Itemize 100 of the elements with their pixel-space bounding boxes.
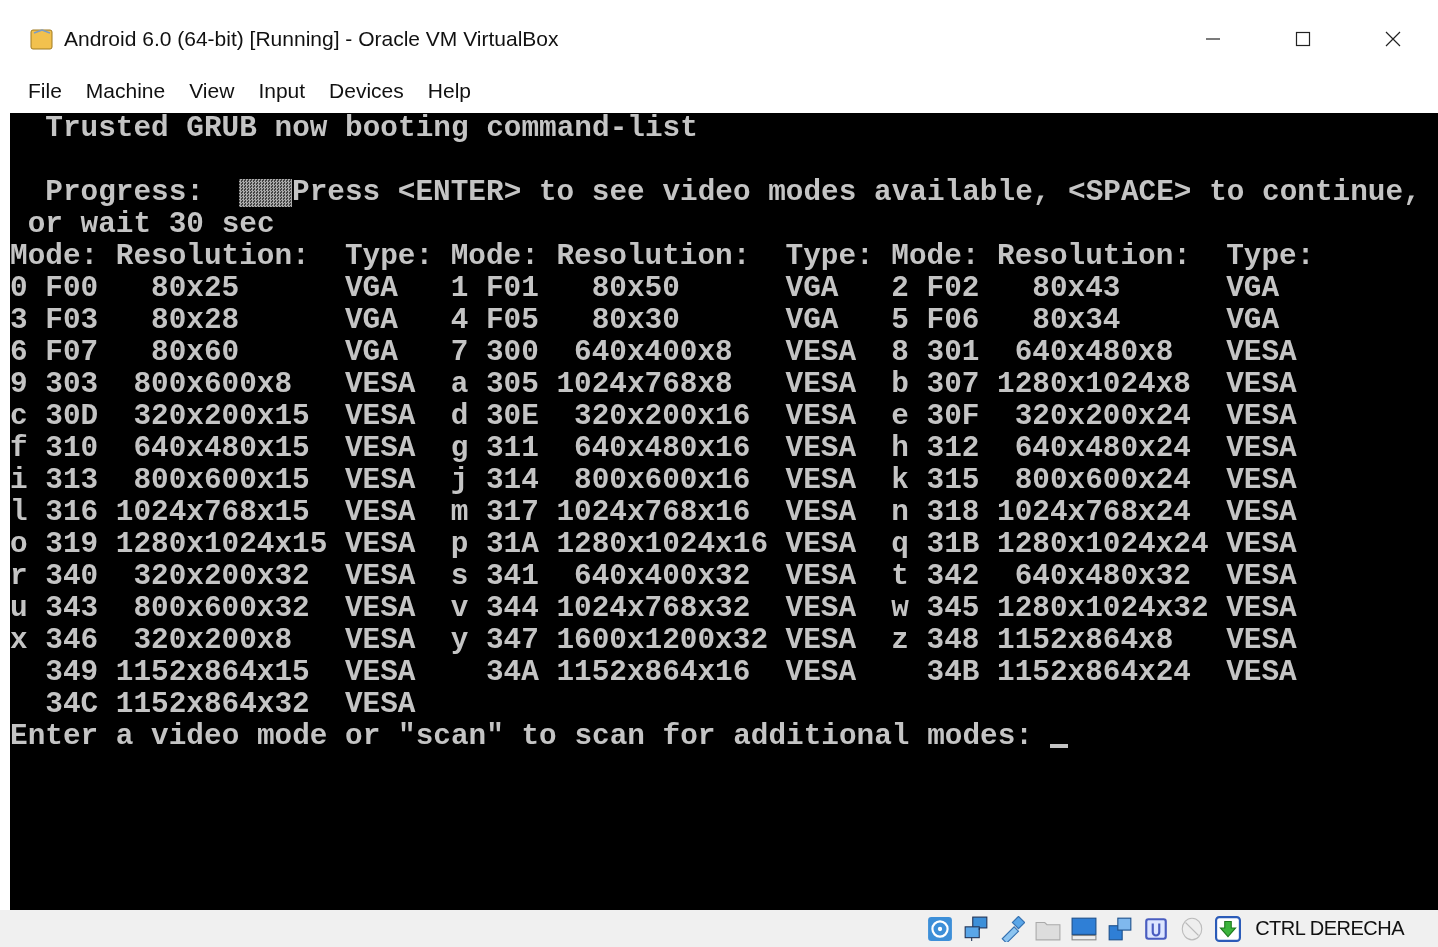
mode-type: VESA	[1226, 497, 1297, 529]
resolution: 1024x768x32	[556, 593, 751, 625]
resolution: 1280x1024x8	[997, 369, 1191, 401]
console-prompt: Enter a video mode or "scan" to scan for additional modes:	[10, 721, 1033, 753]
mode-type: VESA	[785, 593, 856, 625]
mode-code: 1 F01	[450, 273, 539, 305]
mode-code: 34A	[485, 657, 539, 689]
resolution: 1024x768x8	[556, 369, 733, 401]
mode-code: y 347	[450, 625, 539, 657]
resolution: 1024x768x24	[997, 497, 1191, 529]
mode-type: VGA	[1226, 305, 1279, 337]
column-header: Mode:	[10, 241, 99, 273]
mode-code: 349	[45, 657, 99, 689]
mode-type: VESA	[344, 497, 416, 529]
network-icon[interactable]	[963, 915, 990, 942]
mode-type: VESA	[344, 433, 416, 465]
window-title: Android 6.0 (64-bit) [Running] - Oracle VM VirtualBox	[64, 27, 560, 51]
maximize-icon	[1294, 30, 1312, 48]
mode-type: VESA	[785, 561, 856, 593]
close-icon	[1384, 30, 1402, 48]
mode-code: 2 F02	[891, 273, 980, 305]
column-header: Type:	[344, 241, 433, 273]
column-header: Resolution:	[556, 241, 751, 273]
console-text: Trusted GRUB now booting command-list	[45, 113, 698, 145]
menu-item[interactable]: Machine	[73, 74, 178, 107]
mode-code: l 316	[10, 497, 99, 529]
mode-code: 5 F06	[891, 305, 980, 337]
column-header: Mode:	[891, 241, 980, 273]
column-header: Type:	[1226, 241, 1315, 273]
mode-code: b 307	[891, 369, 980, 401]
mode-code: g 311	[450, 433, 539, 465]
menu-item[interactable]: Devices	[317, 74, 416, 107]
resolution: 1152x864x16	[556, 657, 751, 689]
mode-type: VESA	[1226, 657, 1297, 689]
mode-code: f 310	[10, 433, 99, 465]
mode-type: VESA	[1226, 529, 1297, 561]
chip-icon[interactable]	[1143, 915, 1170, 942]
mode-code: 8 301	[891, 337, 980, 369]
mode-code: n 318	[891, 497, 980, 529]
mode-code: c 30D	[10, 401, 99, 433]
mode-type: VESA	[344, 689, 416, 721]
mode-type: VESA	[1226, 401, 1297, 433]
resolution: 800x600x8	[133, 369, 292, 401]
mode-type: VESA	[785, 529, 856, 561]
resolution: 1152x864x32	[115, 689, 310, 721]
console-text: Progress:	[45, 177, 204, 209]
resolution: 640x480x16	[574, 433, 751, 465]
mode-code: v 344	[450, 593, 539, 625]
mode-type: VESA	[344, 529, 416, 561]
mode-code: u 343	[10, 593, 99, 625]
resolution: 320x200x8	[133, 625, 292, 657]
mode-type: VGA	[344, 305, 398, 337]
vm-screen[interactable]	[10, 113, 1438, 910]
mode-type: VESA	[344, 625, 416, 657]
mode-code: t 342	[891, 561, 980, 593]
mode-type: VESA	[1226, 465, 1297, 497]
mode-type: VESA	[1226, 433, 1297, 465]
resolution: 800x600x32	[133, 593, 310, 625]
mode-code: o 319	[10, 529, 99, 561]
mode-type: VESA	[344, 561, 416, 593]
mode-type: VGA	[785, 273, 839, 305]
column-header: Resolution:	[997, 241, 1191, 273]
mode-type: VESA	[1226, 337, 1297, 369]
resolution: 80x30	[591, 305, 680, 337]
menu-item[interactable]: View	[177, 74, 247, 107]
resolution: 320x200x16	[574, 401, 751, 433]
mode-code: p 31A	[450, 529, 539, 561]
resolution: 80x43	[1032, 273, 1121, 305]
resolution: 80x28	[151, 305, 240, 337]
mode-type: VESA	[344, 657, 416, 689]
menu-item[interactable]: Help	[415, 74, 483, 107]
mode-type: VESA	[1226, 369, 1297, 401]
mode-type: VESA	[344, 369, 416, 401]
mode-code: e 30F	[891, 401, 980, 433]
resolution: 1280x1024x16	[556, 529, 768, 561]
mode-type: VESA	[344, 401, 416, 433]
mode-code: d 30E	[450, 401, 539, 433]
resolution: 80x60	[151, 337, 240, 369]
mode-type: VESA	[785, 465, 856, 497]
mode-type: VESA	[785, 497, 856, 529]
resolution: 1280x1024x15	[115, 529, 328, 561]
mode-type: VESA	[1226, 593, 1297, 625]
resolution: 1024x768x15	[115, 497, 310, 529]
progress-bar-drawing	[239, 179, 292, 207]
resolution: 1024x768x16	[556, 497, 751, 529]
resolution: 80x50	[591, 273, 680, 305]
mode-type: VESA	[1226, 625, 1297, 657]
windows-icon[interactable]	[1107, 915, 1134, 942]
resolution: 80x25	[151, 273, 240, 305]
mode-code: k 315	[891, 465, 980, 497]
menu-item[interactable]: Input	[246, 74, 318, 107]
mode-type: VESA	[785, 369, 856, 401]
mode-code: i 313	[10, 465, 99, 497]
monitor-icon[interactable]	[1071, 915, 1098, 942]
mode-type: VESA	[344, 465, 416, 497]
menu-item[interactable]: File	[16, 74, 74, 107]
resolution: 640x400x32	[574, 561, 751, 593]
column-header: Type:	[785, 241, 874, 273]
minimize-icon	[1206, 38, 1220, 40]
mode-type: VESA	[785, 657, 856, 689]
